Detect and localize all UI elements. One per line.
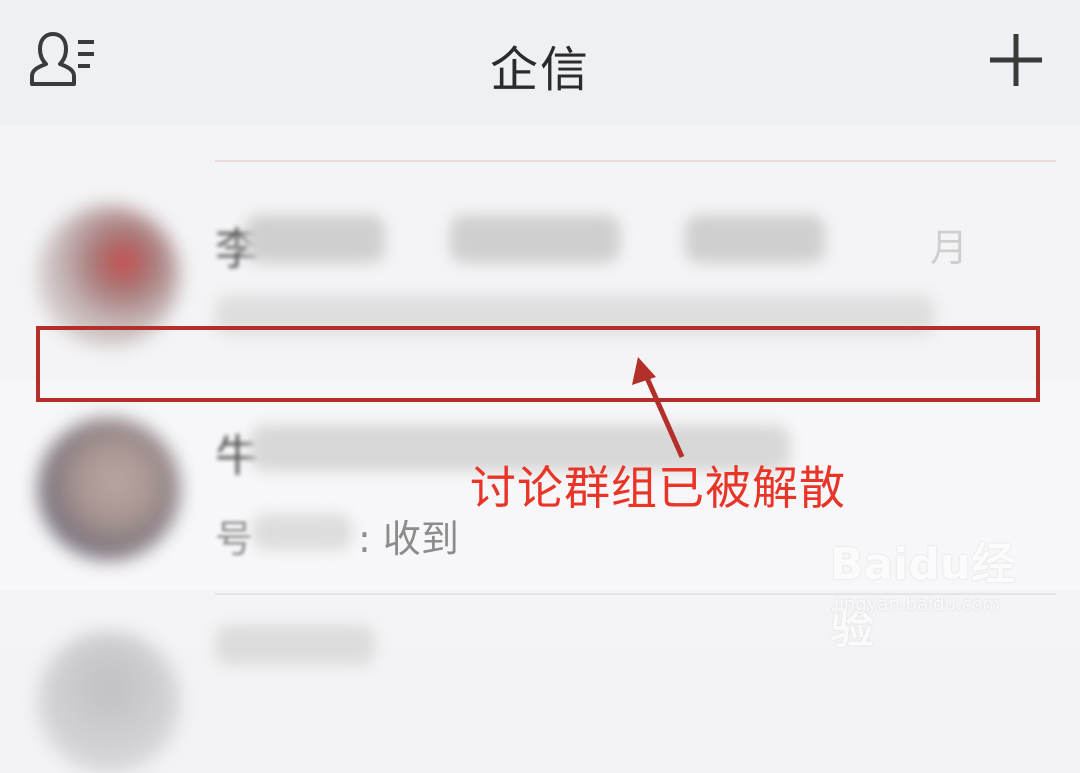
blurred-preview [252,514,352,550]
blurred-name-part [215,625,375,665]
conversation-preview: : 收到 [358,517,459,561]
plus-icon[interactable] [988,32,1044,88]
avatar [38,631,180,773]
divider [215,160,1056,162]
preview-prefix: 号 [215,517,254,561]
avatar [38,418,180,560]
highlight-box [36,326,1040,402]
blurred-name-part [245,215,385,263]
blurred-name-part [450,215,620,263]
watermark: Baidu经验 jingyan.baidu.com [830,528,1030,654]
baidu-logo: Baidu经验 [830,539,1016,654]
app-header: 企信 [0,0,1080,125]
blurred-name-part [685,215,825,263]
conversation-time: 月 [930,226,969,270]
watermark-url: jingyan.baidu.com [834,594,1001,615]
page-title: 企信 [489,42,590,98]
annotation-text: 讨论群组已被解散 [470,461,846,515]
